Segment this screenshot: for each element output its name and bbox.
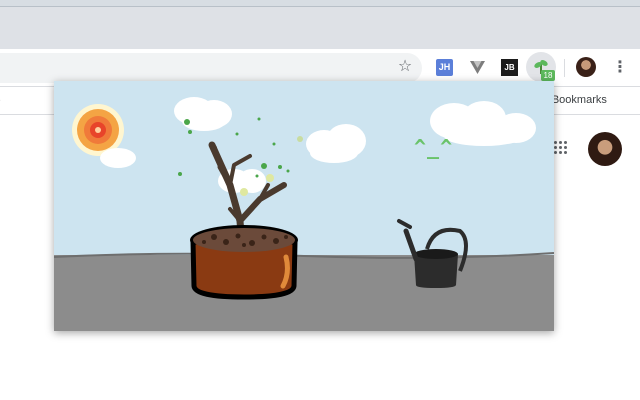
- bookmark-star-icon[interactable]: ☆: [396, 57, 414, 75]
- profile-avatar[interactable]: [576, 57, 596, 77]
- apps-grid-icon[interactable]: [554, 141, 568, 155]
- plant-scene: [54, 97, 554, 331]
- extension-jh-icon[interactable]: JH: [436, 59, 453, 76]
- plant-badge-count: 18: [541, 70, 555, 81]
- bookmark-item-partial[interactable]: .: [0, 92, 1, 104]
- pot-icon: [190, 225, 298, 300]
- extension-vue-icon[interactable]: [469, 59, 486, 76]
- browser-menu-icon[interactable]: ⋮: [612, 57, 628, 77]
- extension-plant-button[interactable]: 18: [526, 52, 556, 82]
- toolbar-divider: [564, 59, 565, 77]
- extension-jb-icon[interactable]: JB: [501, 59, 518, 76]
- vue-logo-icon: [470, 61, 485, 74]
- tab-strip: [0, 7, 640, 49]
- ground: [54, 255, 554, 331]
- plant-mood-face: ^_^: [414, 135, 454, 159]
- system-menubar: [0, 0, 640, 7]
- page-profile-avatar[interactable]: [588, 132, 622, 166]
- address-bar[interactable]: [0, 53, 422, 83]
- plant-extension-popup: ^_^: [54, 81, 554, 331]
- cloud-icon: [100, 97, 536, 193]
